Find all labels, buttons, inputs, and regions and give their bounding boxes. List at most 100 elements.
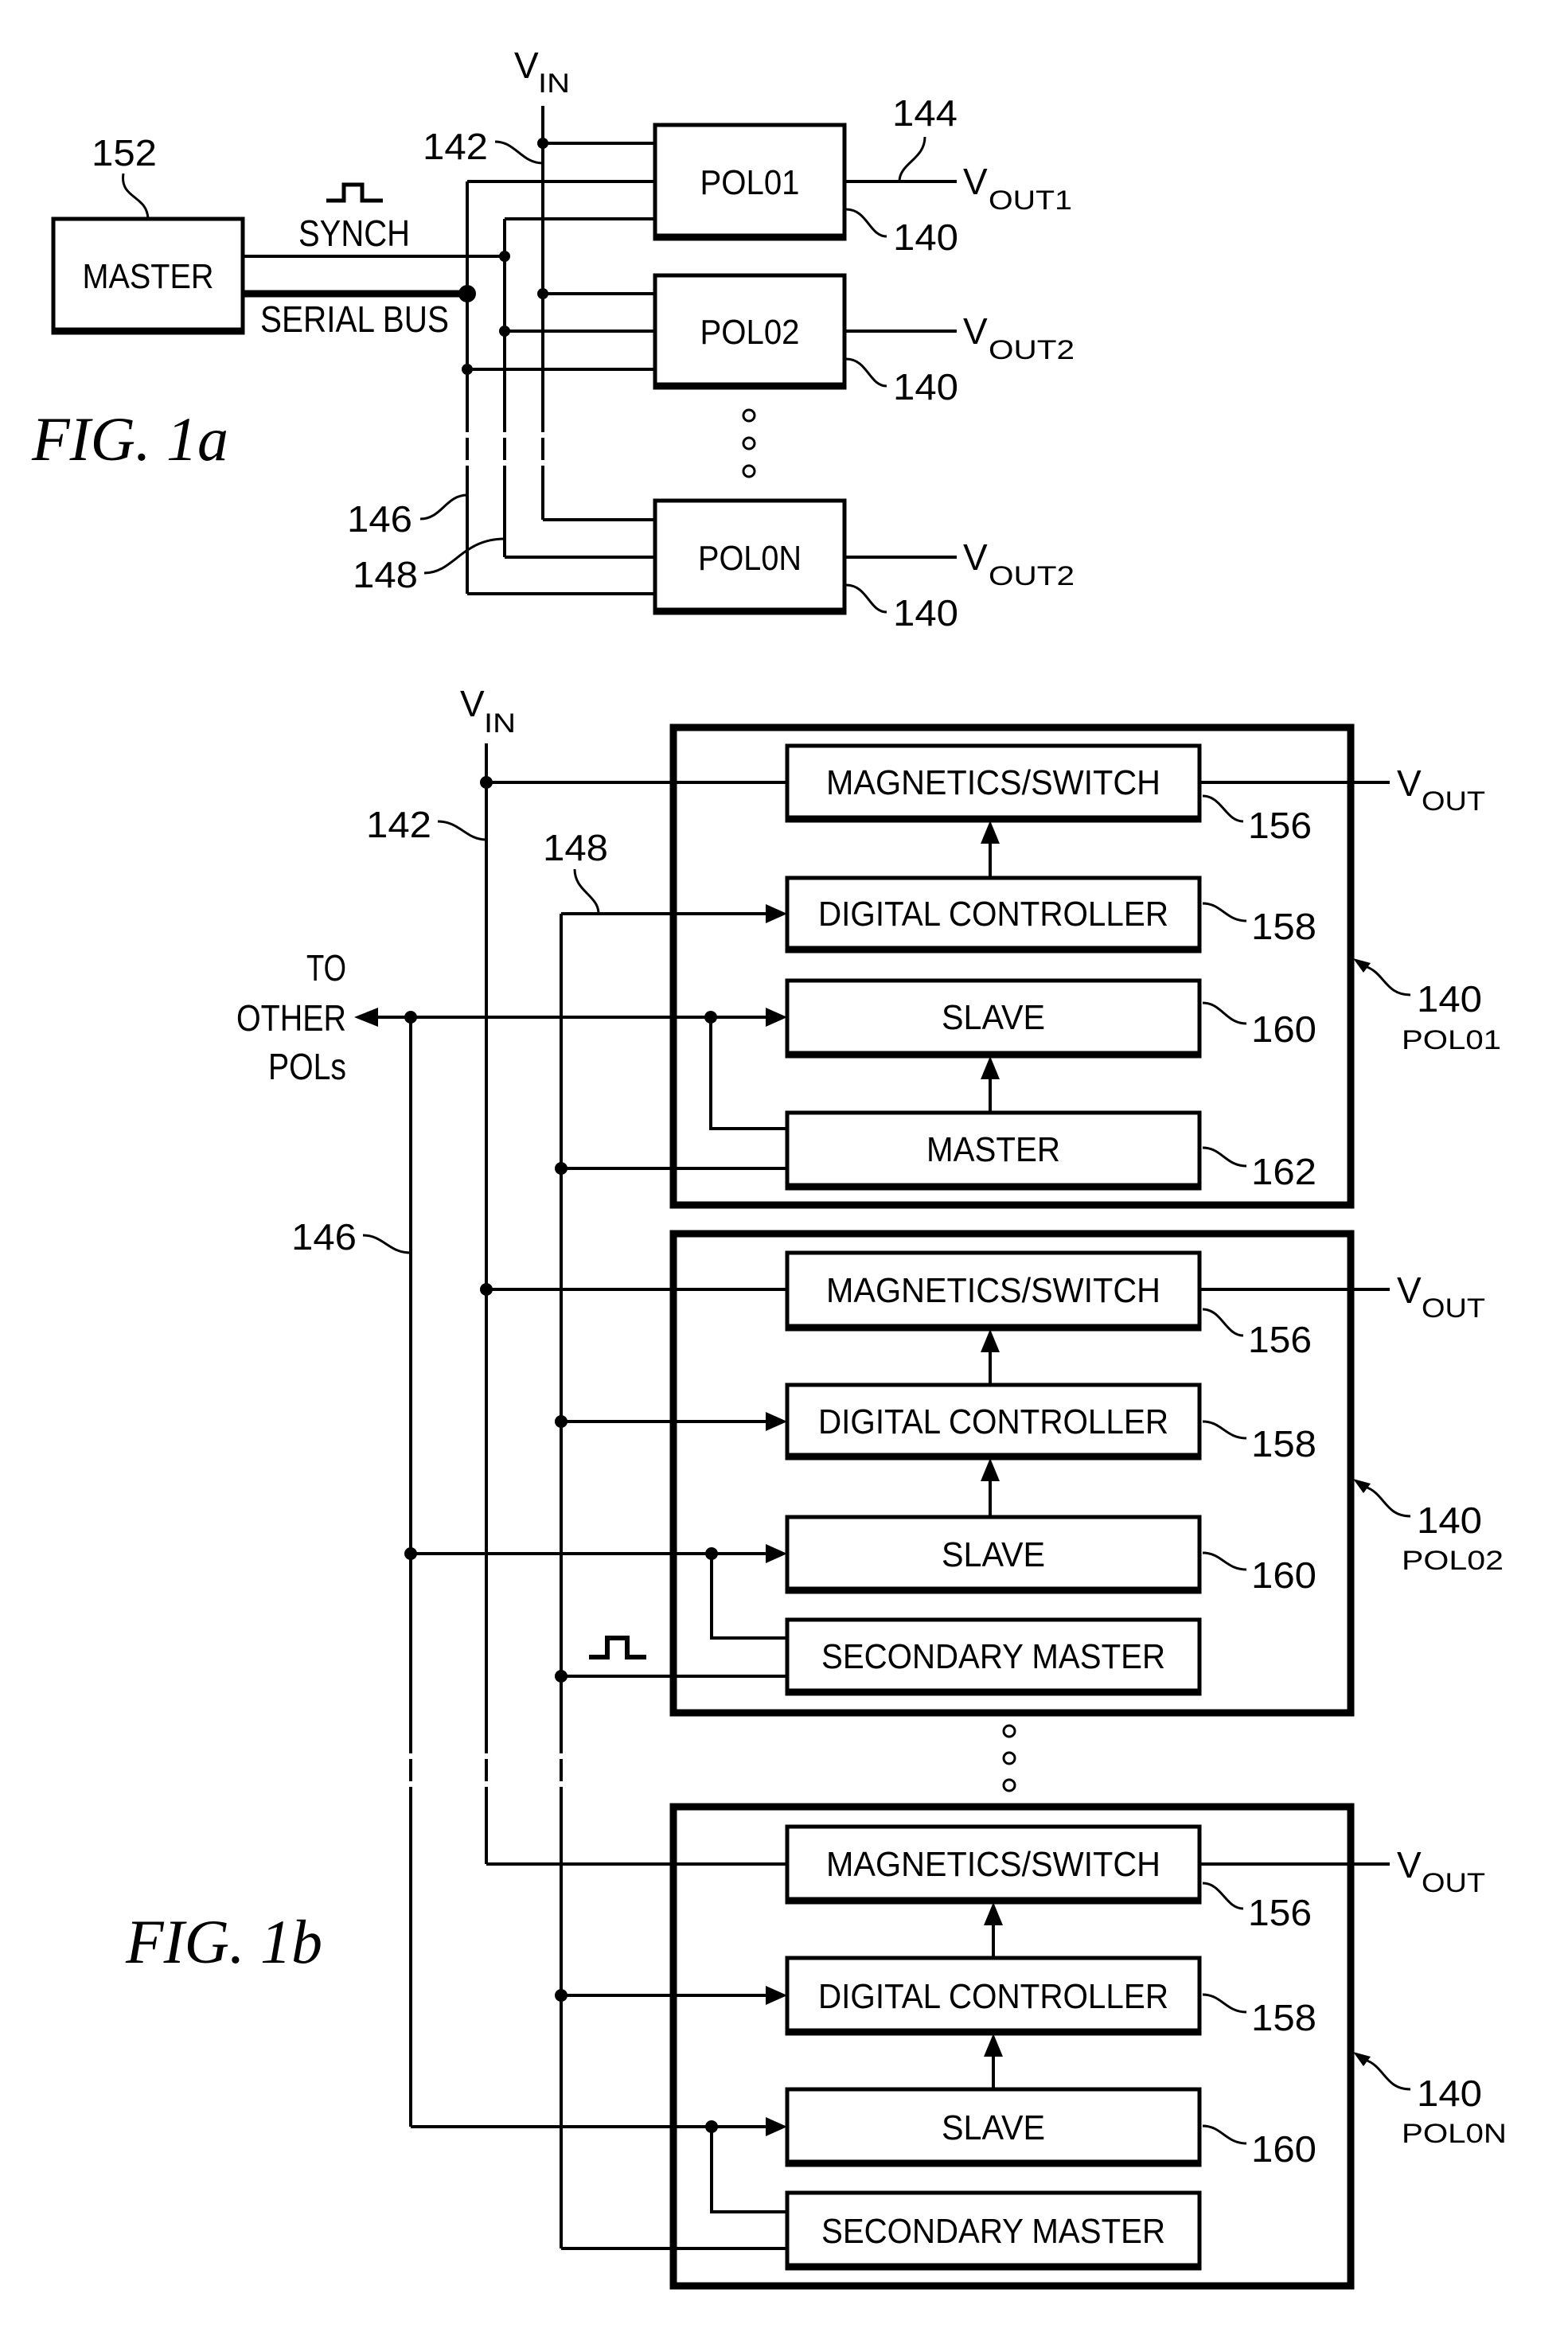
pol01-ref-140: 140 [893, 216, 958, 258]
synch-junction [499, 251, 510, 262]
pol01-ref-160-leader [1202, 1001, 1247, 1025]
pol0n-module-ref-arrow [1353, 2052, 1371, 2066]
patent-figure-sheet: MASTER 152 SYNCH SERIAL BUS V IN 142 146… [31, 45, 1507, 2290]
pol01-digital-controller-label: DIGITAL CONTROLLER [818, 895, 1168, 934]
ref-142-1b: 142 [366, 804, 431, 845]
pol0n-dc-arrow [766, 1986, 787, 2005]
pol02-vout-label-sub: OUT [1422, 1293, 1485, 1324]
pol0n-label: POL0N [698, 539, 802, 578]
vout1-label-sub: OUT1 [989, 185, 1072, 216]
ref-146-1b-leader [362, 1234, 412, 1254]
ref-152: 152 [92, 132, 157, 174]
ref-148-1b: 148 [543, 827, 608, 868]
pol01-vin-junction [480, 776, 493, 789]
pol0n-ref-156: 156 [1248, 1892, 1312, 1933]
serial-to-other-junction [404, 1011, 417, 1024]
ref-146: 146 [347, 498, 412, 540]
pol01-slave-arrow [766, 1008, 787, 1027]
pol0n-ref-140: 140 [893, 592, 958, 634]
pol02-serial-junction [462, 364, 473, 375]
pol01-label: POL01 [700, 163, 800, 202]
pol01-ref-158: 158 [1251, 906, 1316, 947]
pulse-icon [326, 182, 383, 203]
continuation-dots-1a [742, 408, 756, 478]
pol02-slave-to-dc-arrow [981, 1458, 1000, 1481]
pol02-ref-158-leader [1202, 1420, 1247, 1440]
pol01-module-ref: 140 [1417, 978, 1482, 1020]
pol02-module-ref-leader [1364, 1485, 1411, 1518]
pol01-ref-162-leader [1202, 1146, 1247, 1168]
pol01-ref-158-leader [1202, 902, 1247, 922]
pol02-ref-leader [845, 357, 887, 388]
ellipsis-dot [742, 436, 756, 450]
pol0n-digital-controller-label: DIGITAL CONTROLLER [818, 1977, 1168, 2016]
pol0n-ref-158-leader [1202, 1993, 1247, 2014]
pol0n-dc-to-mag-arrow [984, 1902, 1003, 1925]
pol01-slave-label: SLAVE [942, 998, 1045, 1037]
pol02-secmaster-synch-junction [555, 1670, 568, 1683]
pol02-label: POL02 [700, 313, 800, 352]
fig-1a-caption: FIG. 1a [31, 404, 228, 474]
pol02-dc-arrow [766, 1412, 787, 1431]
pol02-serial-junction [404, 1547, 417, 1560]
master-label: MASTER [83, 257, 214, 296]
pulse-icon [589, 1636, 646, 1659]
to-other-pols-line3: POLs [268, 1046, 346, 1087]
ref-146-leader [419, 493, 468, 521]
pol01-module-ref-leader [1364, 965, 1411, 996]
pol0n-secmaster-serial-wire [710, 2127, 787, 2213]
serial-bus-label: SERIAL BUS [260, 298, 449, 340]
ellipsis-dot [1002, 1751, 1016, 1765]
pol0n-ref-158: 158 [1251, 1997, 1316, 2038]
pol01-master-serial-wire [709, 1017, 787, 1130]
pol0n-magnetics-switch-label: MAGNETICS/SWITCH [826, 1845, 1160, 1884]
ellipsis-dot [1002, 1724, 1016, 1738]
ellipsis-dot [742, 464, 756, 478]
fig-1b-caption: FIG. 1b [125, 1907, 322, 1976]
pol0n-slave-to-dc-arrow [984, 2034, 1003, 2057]
to-other-pols-line2: OTHER [236, 997, 346, 1039]
pol0n-vout-label-sub: OUT [1422, 1868, 1485, 1898]
pol01-ref-leader [845, 208, 887, 238]
pol-box-1: POL01 V OUT1 140 144 [653, 92, 1072, 258]
vin-label-sub: IN [538, 68, 570, 99]
pol02-synch-junction [499, 326, 510, 337]
pol02-ref-160-leader [1202, 1551, 1247, 1571]
ref-148: 148 [353, 554, 418, 595]
pol02-ref-140: 140 [893, 366, 958, 408]
ref-142-leader [494, 140, 544, 165]
pol02-ref-158: 158 [1251, 1423, 1316, 1464]
ellipsis-dot [1002, 1778, 1016, 1792]
pol02-slave-label: SLAVE [942, 1535, 1045, 1574]
pol02-module-ref-arrow [1353, 1479, 1371, 1493]
pol-box-2: POL02 V OUT2 140 [653, 273, 1075, 408]
pol0n-module-ref-leader [1364, 2058, 1411, 2091]
pol0n-ref-156-leader [1202, 1882, 1244, 1910]
pol0n-slave-arrow [766, 2117, 787, 2136]
pol02-synch-junction [555, 1415, 568, 1428]
ref-144: 144 [892, 92, 958, 134]
pol01-dc-to-mag-arrow [981, 821, 1000, 844]
ref-146-1b: 146 [291, 1216, 357, 1258]
vout1-label-main: V [963, 161, 988, 202]
pol0n-module-name: POL0N [1402, 2119, 1507, 2149]
pol01-module-ref-arrow [1353, 958, 1371, 973]
pol02-slave-arrow [766, 1544, 787, 1563]
pol01-vout-label-main: V [1397, 762, 1422, 804]
pol02-digital-controller-label: DIGITAL CONTROLLER [818, 1402, 1168, 1441]
pol02-module-name: POL02 [1402, 1546, 1504, 1576]
vout2-label-sub: OUT2 [989, 335, 1075, 365]
voutn-label-sub: OUT2 [989, 561, 1075, 591]
pol01-module-name: POL01 [1402, 1025, 1501, 1055]
pol01-vout-label-sub: OUT [1422, 786, 1485, 817]
pol0n-module: MAGNETICS/SWITCH DIGITAL CONTROLLER SLAV… [411, 1803, 1507, 2290]
vin-1b-label-sub: IN [484, 708, 516, 739]
vin-label-main: V [514, 45, 539, 86]
pol02-secondary-master-label: SECONDARY MASTER [821, 1637, 1165, 1676]
ref-142: 142 [423, 126, 488, 167]
fig-1b: V IN 142 148 TO OTHER POLs 146 MAGNETICS… [125, 683, 1507, 2290]
pol01-ref-156-leader [1202, 794, 1244, 823]
pol0n-ref-leader [845, 583, 887, 614]
pol0n-secondary-master-label: SECONDARY MASTER [821, 2212, 1165, 2251]
to-other-pols-arrow [354, 1008, 378, 1027]
